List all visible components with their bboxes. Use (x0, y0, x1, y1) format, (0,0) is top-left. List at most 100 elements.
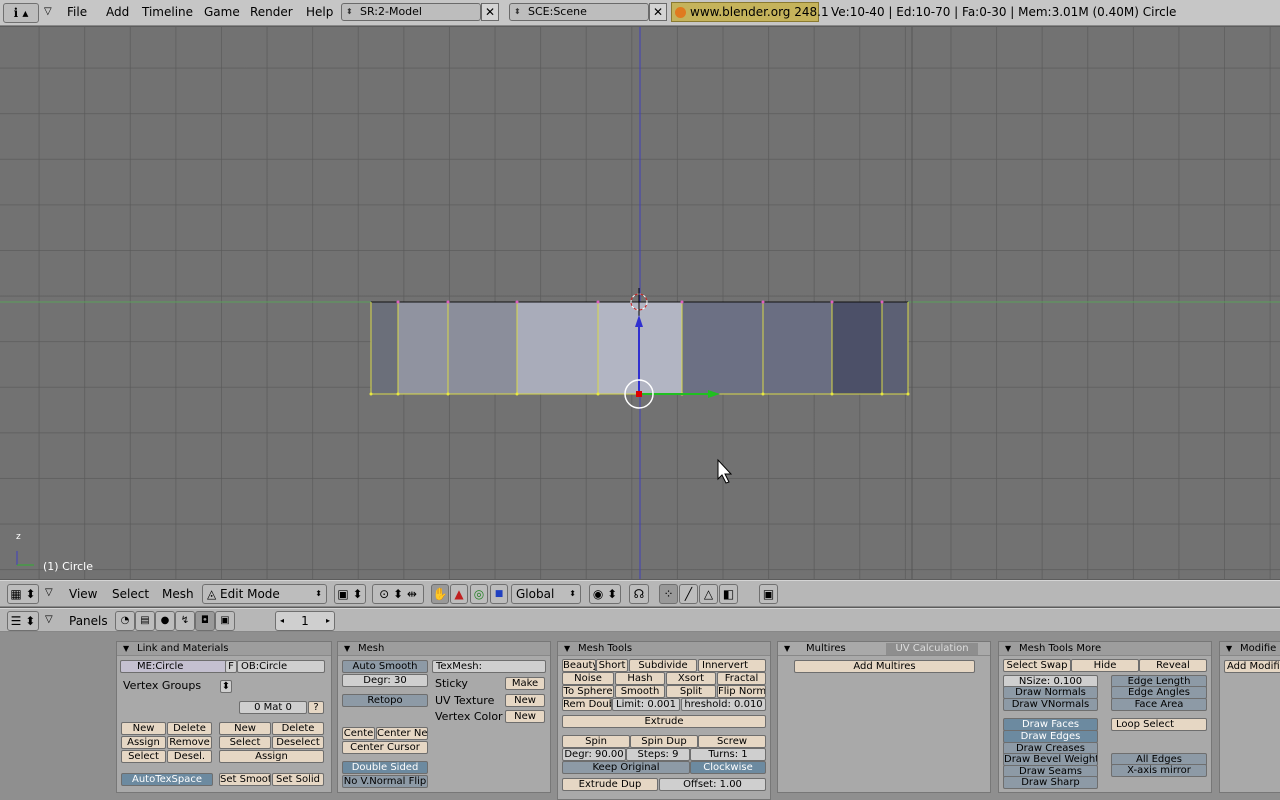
centre-button[interactable]: Cente (342, 727, 375, 740)
panel-title[interactable]: Modifie (1220, 642, 1280, 656)
blender-url-link[interactable]: www.blender.org 248.1 (671, 2, 829, 22)
texmesh-field[interactable]: TexMesh: (432, 660, 546, 673)
add-multires-button[interactable]: Add Multires (794, 660, 975, 673)
centre-new-button[interactable]: Center Ne (376, 727, 428, 740)
3d-viewport[interactable]: z (1) Circle (0, 27, 1280, 579)
menu-game[interactable]: Game (204, 5, 240, 19)
proportional-edit-button[interactable]: ◉ ⬍ (589, 584, 621, 604)
keep-original-toggle[interactable]: Keep Original (562, 761, 690, 774)
auto-smooth-degree-field[interactable]: Degr: 30 (342, 674, 428, 687)
loop-select-menu[interactable]: Loop Select (1111, 718, 1207, 731)
panel-title[interactable]: Mesh Tools (558, 642, 770, 656)
frame-counter[interactable]: ◂ 1 ▸ (275, 611, 335, 631)
extrude-dup-button[interactable]: Extrude Dup (562, 778, 658, 791)
extrude-button[interactable]: Extrude (562, 715, 766, 728)
vertex-group-menu[interactable]: ⬍ (220, 680, 232, 693)
snap-icon[interactable]: ☊ (629, 584, 649, 604)
select-swap-button[interactable]: Select Swap (1003, 659, 1071, 672)
vertex-color-new-button[interactable]: New (505, 710, 545, 723)
remove-doubles-button[interactable]: Rem Doub (562, 698, 612, 711)
double-sided-toggle[interactable]: Double Sided (342, 761, 428, 774)
menu-timeline[interactable]: Timeline (142, 5, 193, 19)
collapse-menu-icon[interactable]: ▽ (44, 6, 52, 17)
clockwise-toggle[interactable]: Clockwise (690, 761, 766, 774)
screw-button[interactable]: Screw (698, 735, 766, 748)
scale-icon[interactable]: ■ (490, 584, 508, 604)
xaxis-mirror-toggle[interactable]: X-axis mirror (1111, 764, 1207, 777)
editor-type-3dview-button[interactable]: ▦ ⬍ (7, 584, 39, 604)
panel-title[interactable]: Mesh Tools More (999, 642, 1211, 656)
scene-context-icon[interactable]: ▣ (215, 611, 235, 631)
turns-field[interactable]: Turns: 1 (690, 748, 766, 761)
editing-context-icon[interactable]: ◘ (195, 611, 215, 631)
manipulator-toggle-icon[interactable]: ✋ (431, 584, 449, 604)
delete-screen-button[interactable]: ✕ (481, 3, 499, 21)
scene-selector[interactable]: ⬍ SCE:Scene (509, 3, 649, 21)
vgroup-new-button[interactable]: New (121, 722, 166, 735)
collapse-menu-icon[interactable]: ▽ (45, 587, 53, 598)
material-new-button[interactable]: New (219, 722, 271, 735)
beauty-toggle[interactable]: Beauty (562, 659, 596, 672)
flip-normals-button[interactable]: Flip Norma (717, 685, 766, 698)
logic-context-icon[interactable]: ◔ (115, 611, 135, 631)
reveal-button[interactable]: Reveal (1139, 659, 1207, 672)
mesh-face[interactable] (517, 302, 598, 394)
vgroup-delete-button[interactable]: Delete (167, 722, 212, 735)
orientation-selector[interactable]: Global ⬍ (511, 584, 581, 604)
editor-type-info-button[interactable]: i ▴ (3, 3, 39, 23)
menu-render[interactable]: Render (250, 5, 293, 19)
retopo-toggle[interactable]: Retopo (342, 694, 428, 707)
script-context-icon[interactable]: ▤ (135, 611, 155, 631)
auto-smooth-toggle[interactable]: Auto Smooth (342, 660, 428, 673)
panel-title[interactable]: Mesh (338, 642, 550, 656)
face-select-icon[interactable]: △ (699, 584, 718, 604)
shading-context-icon[interactable]: ● (155, 611, 175, 631)
no-vnormal-flip-toggle[interactable]: No V.Normal Flip (342, 775, 428, 788)
vgroup-remove-button[interactable]: Remove (167, 736, 212, 749)
fractal-button[interactable]: Fractal (717, 672, 766, 685)
offset-field[interactable]: Offset: 1.00 (659, 778, 766, 791)
xsort-button[interactable]: Xsort (666, 672, 716, 685)
object-name-field[interactable]: OB:Circle (237, 660, 325, 673)
fake-user-button[interactable]: F (225, 660, 237, 673)
set-solid-button[interactable]: Set Solid (272, 773, 324, 786)
mesh-face[interactable] (682, 302, 763, 394)
menu-help[interactable]: Help (306, 5, 333, 19)
material-deselect-button[interactable]: Deselect (272, 736, 324, 749)
spin-button[interactable]: Spin (562, 735, 630, 748)
draw-sharp-toggle[interactable]: Draw Sharp (1003, 776, 1098, 789)
material-assign-button[interactable]: Assign (219, 750, 324, 763)
vertex-select-icon[interactable]: ⁘ (659, 584, 678, 604)
hide-button[interactable]: Hide (1071, 659, 1139, 672)
vgroup-deselect-button[interactable]: Desel. (167, 750, 212, 763)
mesh-face[interactable] (882, 302, 908, 394)
object-context-icon[interactable]: ↯ (175, 611, 195, 631)
subdivide-button[interactable]: Subdivide (629, 659, 697, 672)
screen-selector[interactable]: ⬍ SR:2-Model (341, 3, 481, 21)
hash-button[interactable]: Hash (615, 672, 665, 685)
mesh-face[interactable] (398, 302, 448, 394)
vgroup-select-button[interactable]: Select (121, 750, 166, 763)
steps-field[interactable]: Steps: 9 (626, 748, 690, 761)
menu-select[interactable]: Select (112, 587, 149, 601)
delete-scene-button[interactable]: ✕ (649, 3, 667, 21)
autotexspace-toggle[interactable]: AutoTexSpace (121, 773, 213, 786)
noise-button[interactable]: Noise (562, 672, 614, 685)
menu-mesh[interactable]: Mesh (162, 587, 194, 601)
draw-type-button[interactable]: ▣ ⬍ (334, 584, 366, 604)
edge-select-icon[interactable]: ╱ (679, 584, 698, 604)
limit-field[interactable]: Limit: 0.001 (612, 698, 680, 711)
material-select-button[interactable]: Select (219, 736, 271, 749)
panels-menu[interactable]: Panels (69, 614, 108, 628)
short-toggle[interactable]: Short (596, 659, 628, 672)
rotate-icon[interactable]: ◎ (470, 584, 488, 604)
set-smooth-button[interactable]: Set Smoot (219, 773, 271, 786)
render-preview-icon[interactable]: ▣ (759, 584, 778, 604)
menu-add[interactable]: Add (106, 5, 129, 19)
material-index-field[interactable]: 0 Mat 0 (239, 701, 307, 714)
translate-icon[interactable]: ▲ (450, 584, 468, 604)
innervert-menu[interactable]: Innervert (698, 659, 766, 672)
to-sphere-button[interactable]: To Sphere (562, 685, 614, 698)
material-delete-button[interactable]: Delete (272, 722, 324, 735)
uv-texture-new-button[interactable]: New (505, 694, 545, 707)
